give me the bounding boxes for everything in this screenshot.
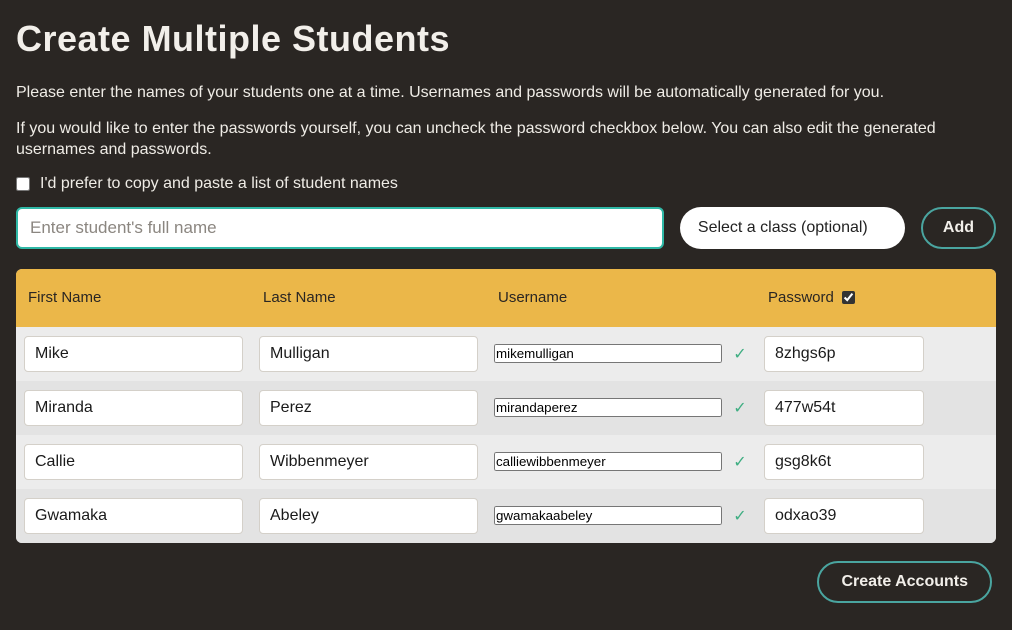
add-button[interactable]: Add xyxy=(921,207,996,249)
cell-last-name xyxy=(251,336,486,372)
class-select-label: Select a class (optional) xyxy=(698,219,868,237)
table-row: ✓ xyxy=(16,381,996,435)
cell-username: ✓ xyxy=(486,398,756,418)
cell-password xyxy=(756,444,996,480)
create-accounts-button[interactable]: Create Accounts xyxy=(817,561,992,603)
students-table: First Name Last Name Username Password ✓… xyxy=(16,269,996,543)
header-password-label: Password xyxy=(768,289,834,306)
header-password: Password xyxy=(756,289,996,306)
table-row: ✓ xyxy=(16,327,996,381)
password-input[interactable] xyxy=(764,390,924,426)
cell-last-name xyxy=(251,498,486,534)
cell-password xyxy=(756,336,996,372)
check-icon: ✓ xyxy=(732,506,748,526)
username-input[interactable] xyxy=(494,506,722,525)
cell-first-name xyxy=(16,444,251,480)
cell-last-name xyxy=(251,390,486,426)
cell-username: ✓ xyxy=(486,344,756,364)
username-input[interactable] xyxy=(494,398,722,417)
header-last-name: Last Name xyxy=(251,289,486,306)
table-row: ✓ xyxy=(16,435,996,489)
last-name-input[interactable] xyxy=(259,390,478,426)
cell-first-name xyxy=(16,390,251,426)
password-autogen-checkbox[interactable] xyxy=(842,291,855,304)
first-name-input[interactable] xyxy=(24,336,243,372)
student-name-input[interactable] xyxy=(16,207,664,249)
cell-username: ✓ xyxy=(486,506,756,526)
table-header: First Name Last Name Username Password xyxy=(16,269,996,327)
first-name-input[interactable] xyxy=(24,498,243,534)
cell-first-name xyxy=(16,336,251,372)
page-title: Create Multiple Students xyxy=(16,18,996,60)
check-icon: ✓ xyxy=(732,452,748,472)
add-student-row: Select a class (optional) Add xyxy=(16,207,996,249)
class-select[interactable]: Select a class (optional) xyxy=(680,207,905,249)
copy-paste-label[interactable]: I'd prefer to copy and paste a list of s… xyxy=(40,175,398,193)
cell-password xyxy=(756,498,996,534)
username-input[interactable] xyxy=(494,344,722,363)
first-name-input[interactable] xyxy=(24,390,243,426)
first-name-input[interactable] xyxy=(24,444,243,480)
instructions-line-2: If you would like to enter the passwords… xyxy=(16,118,996,161)
last-name-input[interactable] xyxy=(259,498,478,534)
instructions-line-1: Please enter the names of your students … xyxy=(16,82,996,104)
password-input[interactable] xyxy=(764,498,924,534)
cell-first-name xyxy=(16,498,251,534)
copy-paste-preference: I'd prefer to copy and paste a list of s… xyxy=(16,175,996,193)
username-input[interactable] xyxy=(494,452,722,471)
password-input[interactable] xyxy=(764,336,924,372)
header-first-name: First Name xyxy=(16,289,251,306)
cell-username: ✓ xyxy=(486,452,756,472)
last-name-input[interactable] xyxy=(259,336,478,372)
cell-password xyxy=(756,390,996,426)
header-username: Username xyxy=(486,289,756,306)
last-name-input[interactable] xyxy=(259,444,478,480)
copy-paste-checkbox[interactable] xyxy=(16,177,30,191)
cell-last-name xyxy=(251,444,486,480)
table-row: ✓ xyxy=(16,489,996,543)
password-input[interactable] xyxy=(764,444,924,480)
check-icon: ✓ xyxy=(732,344,748,364)
check-icon: ✓ xyxy=(732,398,748,418)
